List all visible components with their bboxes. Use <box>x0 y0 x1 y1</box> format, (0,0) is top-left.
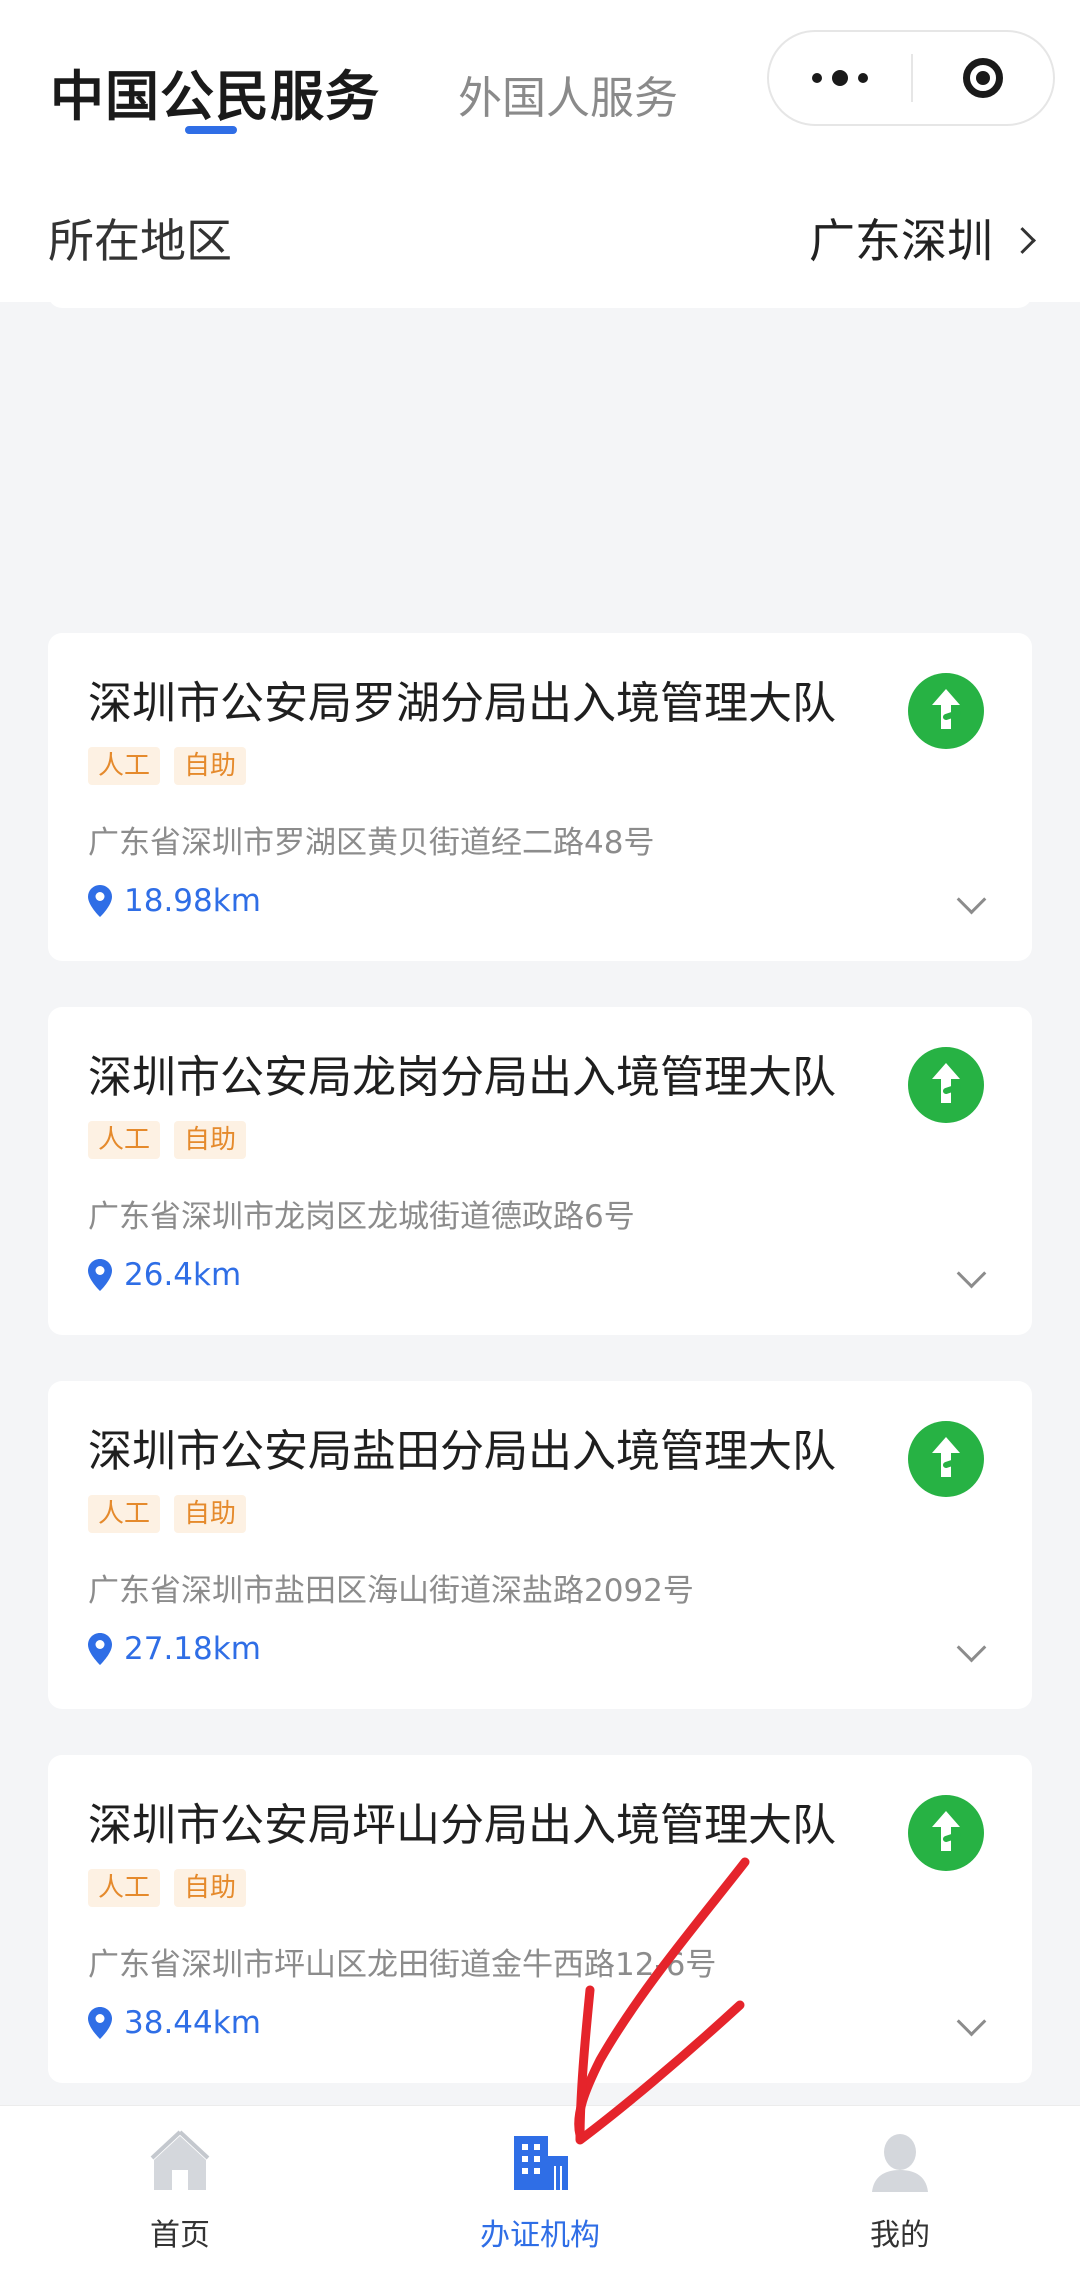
navigate-icon[interactable] <box>908 673 984 749</box>
distance-value: 27.18km <box>124 1631 261 1667</box>
tab-home-label: 首页 <box>150 2218 210 2253</box>
service-tags: 人工 自助 <box>88 1869 247 1907</box>
office-card[interactable]: 深圳市公安局龙岗分局出入境管理大队 人工 自助 广东省深圳市龙岗区龙城街道德政路… <box>48 1007 1032 1335</box>
office-name: 深圳市公安局罗湖分局出入境管理大队 <box>88 678 836 729</box>
region-label: 所在地区 <box>48 214 232 268</box>
close-miniprogram-icon[interactable] <box>913 32 1053 124</box>
location-pin-icon <box>88 2007 112 2039</box>
tag-self-service: 自助 <box>174 1869 247 1907</box>
tag-manual: 人工 <box>88 1869 161 1907</box>
navigate-icon[interactable] <box>908 1795 984 1871</box>
user-icon <box>872 2134 928 2192</box>
tag-manual: 人工 <box>88 1121 161 1159</box>
office-card[interactable]: 深圳市公安局盐田分局出入境管理大队 人工 自助 广东省深圳市盐田区海山街道深盐路… <box>48 1381 1032 1709</box>
app-header: 中国公民服务 外国人服务 所在地区 广东深圳 <box>0 0 1080 302</box>
office-card[interactable]: 深圳市公安局坪山分局出入境管理大队 人工 自助 广东省深圳市坪山区龙田街道金牛西… <box>48 1755 1032 2083</box>
location-pin-icon <box>88 1633 112 1665</box>
tab-mine[interactable]: 我的 <box>750 2106 1050 2271</box>
office-name: 深圳市公安局坪山分局出入境管理大队 <box>88 1800 836 1851</box>
more-menu-icon[interactable] <box>769 32 911 124</box>
bottom-tab-bar: 首页 办证机构 我的 <box>0 2105 1080 2271</box>
region-selector[interactable]: 广东深圳 <box>809 205 1036 271</box>
tab-chinese-citizen-services[interactable]: 中国公民服务 <box>50 52 380 131</box>
navigate-icon[interactable] <box>908 1421 984 1497</box>
service-tags: 人工 自助 <box>88 747 247 785</box>
chevron-down-icon[interactable] <box>956 2006 987 2037</box>
distance: 26.4km <box>88 1257 241 1293</box>
tab-mine-label: 我的 <box>870 2218 930 2253</box>
tab-offices-label: 办证机构 <box>480 2218 600 2253</box>
office-name: 深圳市公安局龙岗分局出入境管理大队 <box>88 1052 836 1103</box>
tag-manual: 人工 <box>88 1495 161 1533</box>
location-pin-icon <box>88 1259 112 1291</box>
tab-foreigner-services[interactable]: 外国人服务 <box>458 62 678 126</box>
active-tab-indicator <box>185 126 237 134</box>
service-tags: 人工 自助 <box>88 1495 247 1533</box>
navigate-icon[interactable] <box>908 1047 984 1123</box>
chevron-down-icon[interactable] <box>956 1632 987 1663</box>
chevron-right-icon <box>1009 226 1036 254</box>
home-icon <box>150 2130 210 2190</box>
office-address: 广东省深圳市盐田区海山街道深盐路2092号 <box>88 1573 694 1609</box>
office-name: 深圳市公安局盐田分局出入境管理大队 <box>88 1426 836 1477</box>
chevron-down-icon[interactable] <box>956 884 987 915</box>
miniprogram-capsule <box>767 30 1055 126</box>
tab-home[interactable]: 首页 <box>30 2106 330 2271</box>
distance: 18.98km <box>88 883 261 919</box>
tag-self-service: 自助 <box>174 1121 247 1159</box>
tag-manual: 人工 <box>88 747 161 785</box>
distance-value: 38.44km <box>124 2005 261 2041</box>
service-tags: 人工 自助 <box>88 1121 247 1159</box>
region-value: 广东深圳 <box>809 214 993 268</box>
office-address: 广东省深圳市罗湖区黄贝街道经二路48号 <box>88 825 655 861</box>
distance-value: 18.98km <box>124 883 261 919</box>
tab-offices[interactable]: 办证机构 <box>390 2106 690 2271</box>
distance-value: 26.4km <box>124 1257 242 1293</box>
tag-self-service: 自助 <box>174 1495 247 1533</box>
office-card[interactable]: 深圳市公安局罗湖分局出入境管理大队 人工 自助 广东省深圳市罗湖区黄贝街道经二路… <box>48 633 1032 961</box>
distance: 38.44km <box>88 2005 261 2041</box>
office-address: 广东省深圳市龙岗区龙城街道德政路6号 <box>88 1199 635 1235</box>
chevron-down-icon[interactable] <box>956 1258 987 1289</box>
location-pin-icon <box>88 885 112 917</box>
tag-self-service: 自助 <box>174 747 247 785</box>
distance: 27.18km <box>88 1631 261 1667</box>
office-address: 广东省深圳市坪山区龙田街道金牛西路12-6号 <box>88 1947 717 1983</box>
building-icon <box>514 2136 568 2190</box>
